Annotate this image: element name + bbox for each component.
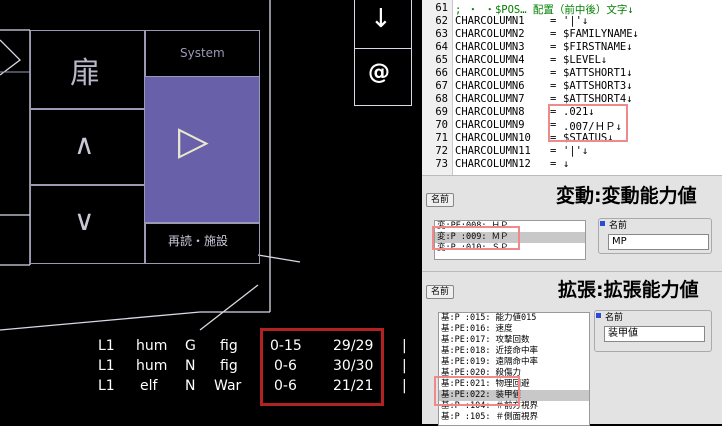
- variable-stat-panel: 名前 変動:変動能力値 変:PE:008: ＨＰ 変:P :009: ＭＰ 変:…: [422, 175, 722, 271]
- selection-highlight: [434, 376, 520, 406]
- list-item[interactable]: 基:P :105: ＃側面視界: [439, 412, 589, 423]
- alignment: N: [185, 378, 196, 394]
- code-eq: =: [550, 80, 557, 92]
- range-hp-highlight: [260, 328, 384, 406]
- stat-list[interactable]: 基:P :015: 能力値015 基:PE:016: 速度 基:PE:017: …: [438, 312, 590, 426]
- code-editor[interactable]: 61 ; ・ ・$POS… 配置（前中後）文字↓ 62 CHARCOLUMN1 …: [422, 0, 722, 175]
- status-bar: |: [402, 378, 407, 394]
- class: War: [214, 378, 242, 394]
- line-number: 68: [435, 93, 448, 105]
- code-eq: =: [550, 41, 557, 53]
- value-highlight: [548, 104, 628, 142]
- code-key: CHARCOLUMN7: [455, 93, 525, 105]
- name-input[interactable]: MP: [608, 234, 709, 250]
- right-arrow-icon: ▷: [178, 118, 209, 164]
- class: fig: [220, 358, 238, 374]
- line-number: 70: [435, 119, 448, 131]
- status-bar: |: [402, 358, 407, 374]
- line-number: 71: [435, 132, 448, 144]
- group-marker-icon: [596, 313, 601, 318]
- line-number: 61: [435, 2, 448, 14]
- code-eq: =: [550, 54, 557, 66]
- up-arrow-icon: ∧: [74, 128, 95, 161]
- list-item[interactable]: 基:PE:018: 近接命中率: [439, 346, 589, 357]
- line-number: 64: [435, 41, 448, 53]
- system-label: System: [180, 46, 225, 60]
- line-number: 66: [435, 67, 448, 79]
- level: L1: [98, 378, 115, 394]
- group-marker-icon: [600, 221, 605, 226]
- code-key: CHARCOLUMN8: [455, 106, 525, 118]
- status-bar: |: [402, 338, 407, 354]
- panel-title: 拡張:拡張能力値: [558, 279, 699, 301]
- code-value: $ATTSHORT1↓: [563, 67, 633, 79]
- code-key: CHARCOLUMN4: [455, 54, 525, 66]
- reload-facility-label: 再読・施設: [168, 234, 229, 248]
- list-item[interactable]: 基:PE:017: 攻撃回数: [439, 335, 589, 346]
- code-value: '|'↓: [563, 15, 589, 27]
- down-arrow-icon: ∨: [74, 204, 95, 237]
- name-input[interactable]: 装甲値: [604, 326, 705, 342]
- door-glyph: 扉: [70, 56, 100, 91]
- line-number: 72: [435, 145, 448, 157]
- line-number: 73: [435, 158, 448, 170]
- dungeon-view: 扉 System ∧ ∨ ▷ 再読・施設 ↓ @ L1 hum G fig 0-…: [0, 0, 420, 423]
- race: elf: [140, 378, 158, 394]
- code-key: CHARCOLUMN11: [455, 145, 531, 157]
- party-position-icon: @: [368, 60, 390, 85]
- code-key: CHARCOLUMN2: [455, 28, 525, 40]
- list-item[interactable]: 基:PE:019: 遠隔命中率: [439, 357, 589, 368]
- code-eq: =: [550, 145, 557, 157]
- level: L1: [98, 358, 115, 374]
- code-value: $ATTSHORT3↓: [563, 80, 633, 92]
- panel-title: 変動:変動能力値: [556, 185, 697, 207]
- alignment: G: [185, 338, 196, 354]
- code-value: $LEVEL↓: [563, 54, 608, 66]
- code-value: '|'↓: [563, 145, 589, 157]
- class: fig: [220, 338, 238, 354]
- code-eq: =: [550, 67, 557, 79]
- code-key: CHARCOLUMN12: [455, 158, 531, 170]
- group-label: 名前: [609, 221, 628, 231]
- code-key: CHARCOLUMN10: [455, 132, 531, 144]
- code-key: CHARCOLUMN9: [455, 119, 525, 131]
- name-sort-button[interactable]: 名前: [426, 193, 454, 207]
- line-number: 69: [435, 106, 448, 118]
- code-value: $FAMILYNAME↓: [563, 28, 639, 40]
- code-value: ↓: [563, 158, 570, 170]
- line-number: 65: [435, 54, 448, 66]
- line-number: 62: [435, 15, 448, 27]
- code-eq: =: [550, 15, 557, 27]
- group-label: 名前: [605, 313, 624, 323]
- race: hum: [136, 338, 168, 354]
- code-eq: =: [550, 28, 557, 40]
- line-number: 63: [435, 28, 448, 40]
- code-eq: =: [550, 158, 557, 170]
- level: L1: [98, 338, 115, 354]
- list-item[interactable]: 基:PE:016: 速度: [439, 324, 589, 335]
- list-item[interactable]: 基:P :015: 能力値015: [439, 313, 589, 324]
- race: hum: [136, 358, 168, 374]
- code-key: CHARCOLUMN3: [455, 41, 525, 53]
- down-arrow-indicator-icon: ↓: [370, 4, 392, 34]
- alignment: N: [185, 358, 196, 374]
- extended-stat-panel: 名前 拡張:拡張能力値 基:P :015: 能力値015 基:PE:016: 速…: [422, 271, 722, 426]
- code-key: CHARCOLUMN1: [455, 15, 525, 27]
- code-key: CHARCOLUMN6: [455, 80, 525, 92]
- line-number: 67: [435, 80, 448, 92]
- code-key: CHARCOLUMN5: [455, 67, 525, 79]
- code-value: $FIRSTNAME↓: [563, 41, 633, 53]
- name-sort-button[interactable]: 名前: [426, 285, 454, 299]
- selection-highlight: [432, 226, 520, 250]
